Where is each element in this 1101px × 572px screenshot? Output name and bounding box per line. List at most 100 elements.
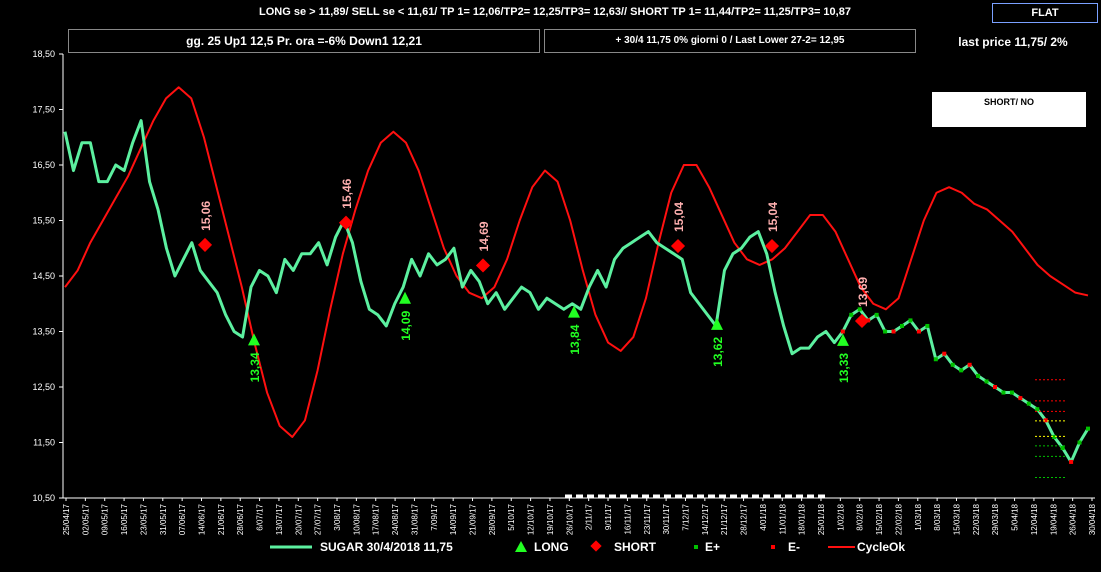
- chart-axes: 18,50 17,50 16,50 15,50 14,50 13,50 12,50 11,50…: [32, 49, 1097, 535]
- x-tick-label: 31/05/17: [159, 503, 168, 535]
- x-tick-label: 28/06/17: [236, 503, 245, 535]
- short-signal-label: 15,04: [766, 202, 780, 232]
- x-tick-label: 07/06/17: [178, 503, 187, 535]
- long-signal-label: 13,33: [837, 353, 851, 383]
- e-marker: [1043, 418, 1048, 423]
- x-tick-label: 4/01/18: [759, 503, 768, 530]
- x-tick-label: 23/05/17: [139, 503, 148, 535]
- short-signal-label: 13,69: [856, 277, 870, 307]
- e-marker: [1026, 401, 1031, 406]
- x-tick-label: 16/05/17: [120, 503, 129, 535]
- long-signal-label: 14,09: [399, 310, 413, 340]
- legend-sugar: SUGAR 30/4/2018 11,75: [320, 540, 453, 554]
- x-tick-label: 10/08/17: [352, 503, 361, 535]
- e-marker: [984, 379, 989, 384]
- e-marker: [891, 329, 896, 334]
- long-signal-label: 13,62: [711, 337, 725, 367]
- x-tick-label: 26/10/17: [565, 503, 574, 535]
- legend-eminus: E-: [788, 540, 800, 554]
- x-tick-label: 6/07/17: [256, 503, 265, 530]
- e-marker: [908, 318, 913, 323]
- x-tick-label: 12/10/17: [527, 503, 536, 535]
- long-signal-marker: [248, 333, 260, 346]
- short-signal-label: 15,06: [199, 201, 213, 231]
- x-tick-label: 21/12/17: [720, 503, 729, 535]
- e-marker: [1077, 440, 1082, 445]
- x-tick-label: 12/04/18: [1030, 503, 1039, 535]
- long-signal-label: 13,84: [568, 324, 582, 354]
- short-signal-label: 15,46: [340, 178, 354, 208]
- sugar-line: [63, 119, 1090, 464]
- legend-eplus-swatch: [694, 545, 698, 549]
- x-tick-label: 5/04/18: [1011, 503, 1020, 530]
- x-tick-label: 1/03/18: [914, 503, 923, 530]
- y-tick-label: 16,50: [32, 160, 55, 170]
- x-tick-label: 30/04/18: [1088, 503, 1097, 535]
- x-tick-label: 23/11/17: [643, 503, 652, 534]
- x-tick-label: 02/05/17: [81, 503, 90, 535]
- e-marker: [950, 362, 955, 367]
- x-tick-label: 1/02/18: [836, 503, 845, 530]
- e-marker: [1086, 426, 1090, 431]
- e-marker: [1069, 459, 1074, 464]
- cycle-layer: [64, 86, 1089, 438]
- cycle-line: [64, 86, 1089, 438]
- legend-short-swatch: [590, 540, 602, 552]
- legend-short: SHORT: [614, 540, 656, 554]
- x-tick-label: 5/10/17: [507, 503, 516, 530]
- x-tick-label: 19/04/18: [1049, 503, 1058, 535]
- short-signal-marker: [197, 237, 213, 252]
- x-tick-label: 15/03/18: [952, 503, 961, 535]
- x-tick-label: 21/06/17: [217, 503, 226, 535]
- x-tick-label: 14/12/17: [701, 503, 710, 535]
- x-tick-label: 16/11/17: [623, 503, 632, 534]
- e-marker: [933, 357, 938, 362]
- y-tick-label: 15,50: [32, 216, 55, 226]
- x-tick-label: 14/06/17: [198, 503, 207, 535]
- x-tick-label: 8/02/18: [856, 503, 865, 530]
- long-signal-label: 13,34: [248, 352, 262, 382]
- x-tick-label: 28/09/17: [488, 503, 497, 535]
- legend-cycleok: CycleOk: [857, 540, 906, 554]
- x-tick-label: 28/12/17: [740, 503, 749, 535]
- x-tick-label: 13/07/17: [275, 503, 284, 535]
- x-tick-label: 24/08/17: [391, 503, 400, 535]
- x-tick-label: 3/08/17: [333, 503, 342, 530]
- x-tick-label: 25/04/17: [62, 503, 71, 535]
- x-tick-label: 18/01/18: [798, 503, 807, 535]
- e-marker: [1018, 396, 1023, 401]
- y-tick-label: 11,50: [33, 438, 55, 448]
- price-chart: 18,50 17,50 16,50 15,50 14,50 13,50 12,50 11,50…: [32, 49, 1097, 552]
- price-layer: [63, 119, 1090, 464]
- x-tick-label: 7/09/17: [430, 503, 439, 530]
- e-marker: [883, 329, 888, 334]
- e-marker: [925, 323, 930, 328]
- e-marker: [1052, 434, 1057, 439]
- x-tick-label: 14/09/17: [449, 503, 458, 535]
- legend-eminus-swatch: [771, 545, 775, 549]
- x-tick-label: 22/03/18: [972, 503, 981, 535]
- x-tick-label: 2/11/17: [585, 503, 594, 530]
- legend-eplus: E+: [705, 540, 721, 554]
- e-marker: [1009, 390, 1014, 395]
- x-tick-label: 27/07/17: [314, 503, 323, 535]
- x-tick-label: 30/11/17: [662, 503, 671, 534]
- legend-long-swatch: [515, 541, 527, 552]
- short-signal-marker: [670, 238, 686, 254]
- short-signal-marker: [854, 313, 870, 329]
- y-tick-label: 10,50: [32, 493, 55, 503]
- y-tick-label: 18,50: [32, 49, 55, 59]
- e-marker: [1060, 446, 1065, 451]
- e-marker: [1035, 407, 1040, 412]
- x-tick-label: 7/12/17: [681, 503, 690, 530]
- x-tick-label: 29/03/18: [991, 503, 1000, 535]
- e-marker: [942, 351, 947, 356]
- x-tick-label: 8/03/18: [933, 503, 942, 530]
- e-marker: [993, 385, 997, 389]
- x-tick-label: 11/01/18: [778, 503, 787, 534]
- e-marker: [900, 323, 904, 328]
- e-marker: [1001, 390, 1006, 395]
- x-tick-label: 26/04/18: [1069, 503, 1078, 535]
- short-signal-label: 14,69: [477, 221, 491, 251]
- y-tick-label: 12,50: [32, 382, 55, 392]
